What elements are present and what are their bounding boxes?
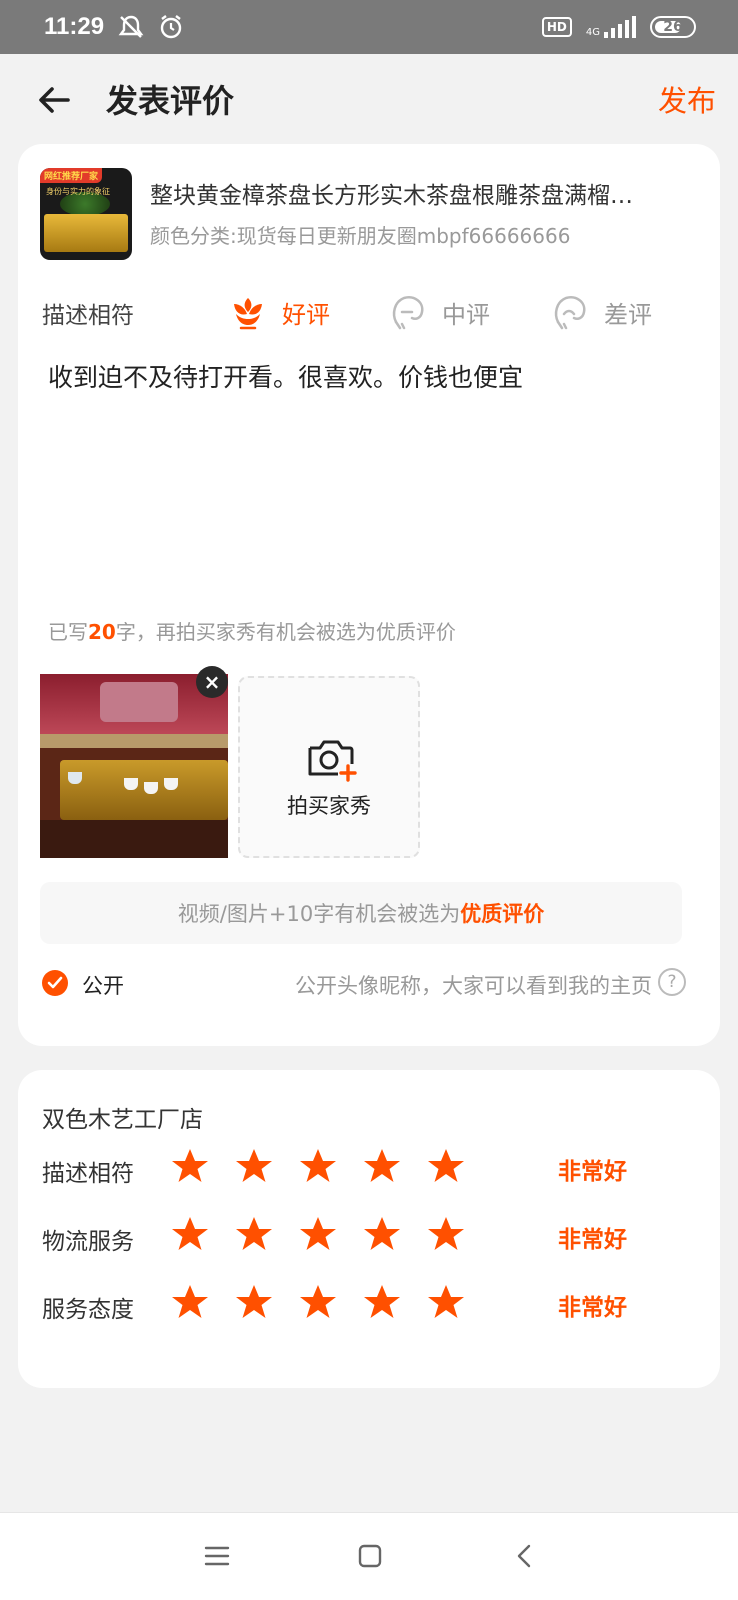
star-icon[interactable] [234,1146,274,1186]
star-icon[interactable] [426,1282,466,1322]
public-description: 公开头像昵称，大家可以看到我的主页 [295,974,652,998]
star-rating[interactable] [170,1146,466,1186]
score-row-service: 服务态度 非常好 [42,1282,702,1326]
quality-hint-bar: 视频/图片+10字有机会被选为 优质评价 [40,882,682,944]
battery-level: 26 [663,19,683,35]
thumb-tag: 网红推荐厂家 [40,168,103,183]
score-text: 非常好 [558,1295,627,1321]
product-title: 整块黄金樟茶盘长方形实木茶盘根雕茶盘满榴… [150,183,633,209]
alarm-icon [160,15,182,39]
status-time: 11:29 [44,13,105,40]
close-icon[interactable]: × [196,666,228,698]
system-nav-bar [0,1512,738,1600]
help-icon[interactable]: ? [658,968,686,996]
score-row-logistics: 物流服务 非常好 [42,1214,702,1258]
signal-icon [604,16,636,38]
rating-good-label: 好评 [282,300,330,329]
rating-row: 描述相符 好评 中评 差评 [42,292,702,332]
face-mid-icon [392,296,424,330]
score-label: 服务态度 [42,1297,134,1323]
star-icon[interactable] [170,1214,210,1254]
star-icon[interactable] [362,1214,402,1254]
review-card: 网红推荐厂家 身份与实力的象征 整块黄金樟茶盘长方形实木茶盘根雕茶盘满榴… 颜色… [18,144,720,1046]
battery-icon: 26 [650,16,696,38]
add-photo-label: 拍买家秀 [287,794,371,818]
page-title: 发表评价 [106,82,235,120]
network-label: 4G [585,27,600,38]
uploaded-photo[interactable] [40,674,228,858]
flower-good-icon [234,298,262,330]
hd-badge: HD [541,17,572,37]
home-icon[interactable] [357,1543,383,1569]
star-icon[interactable] [234,1214,274,1254]
public-label: 公开 [82,974,124,998]
back-arrow-icon[interactable] [34,80,74,120]
rating-bad-label: 差评 [604,300,652,329]
star-icon[interactable] [234,1282,274,1322]
word-count-prefix: 已写 [48,620,88,644]
product-thumbnail[interactable]: 网红推荐厂家 身份与实力的象征 [40,168,132,260]
thumb-subtitle: 身份与实力的象征 [46,187,110,196]
rating-bad-option[interactable]: 差评 [550,292,652,332]
app-header: 发表评价 发布 [0,54,738,144]
star-icon[interactable] [362,1282,402,1322]
star-icon[interactable] [298,1146,338,1186]
score-text: 非常好 [558,1227,627,1253]
shop-rating-card: 双色木艺工厂店 描述相符 非常好 物流服务 非常好 服务态度 非常好 [18,1070,720,1388]
add-photo-button[interactable]: 拍买家秀 [238,676,420,858]
star-icon[interactable] [170,1282,210,1322]
word-count-suffix: 字，再拍买家秀有机会被选为优质评价 [115,620,456,644]
mute-icon [118,15,144,38]
check-icon [47,976,63,989]
word-count-number: 20 [88,620,116,644]
public-checkbox[interactable] [42,970,68,996]
star-rating[interactable] [170,1282,466,1322]
status-bar: 11:29 HD 4G 26 [0,0,738,54]
publish-button[interactable]: 发布 [658,78,716,120]
back-nav-icon[interactable] [512,1543,538,1569]
quality-hint-text: 视频/图片+10字有机会被选为 [177,902,461,926]
score-label: 描述相符 [42,1161,134,1187]
review-textarea[interactable]: 收到迫不及待打开看。很喜欢。价钱也便宜 [48,358,523,394]
score-row-description: 描述相符 非常好 [42,1146,702,1190]
menu-icon[interactable] [204,1543,230,1569]
rating-label: 描述相符 [42,303,134,329]
public-row: 公开 公开头像昵称，大家可以看到我的主页 ? [42,968,686,1000]
word-count-hint: 已写20字，再拍买家秀有机会被选为优质评价 [48,616,456,645]
score-text: 非常好 [558,1159,627,1185]
star-icon[interactable] [362,1146,402,1186]
score-label: 物流服务 [42,1229,134,1255]
rating-good-option[interactable]: 好评 [228,292,330,332]
camera-plus-icon [308,740,357,782]
star-icon[interactable] [426,1214,466,1254]
rating-mid-option[interactable]: 中评 [388,292,490,332]
rating-mid-label: 中评 [442,300,490,329]
star-icon[interactable] [298,1214,338,1254]
shop-name: 双色木艺工厂店 [42,1107,203,1133]
face-bad-icon [554,296,586,330]
product-spec: 颜色分类:现货每日更新朋友圈mbpf66666666 [150,224,571,248]
star-icon[interactable] [298,1282,338,1322]
quality-hint-highlight: 优质评价 [460,902,545,926]
star-icon[interactable] [170,1146,210,1186]
star-rating[interactable] [170,1214,466,1254]
star-icon[interactable] [426,1146,466,1186]
